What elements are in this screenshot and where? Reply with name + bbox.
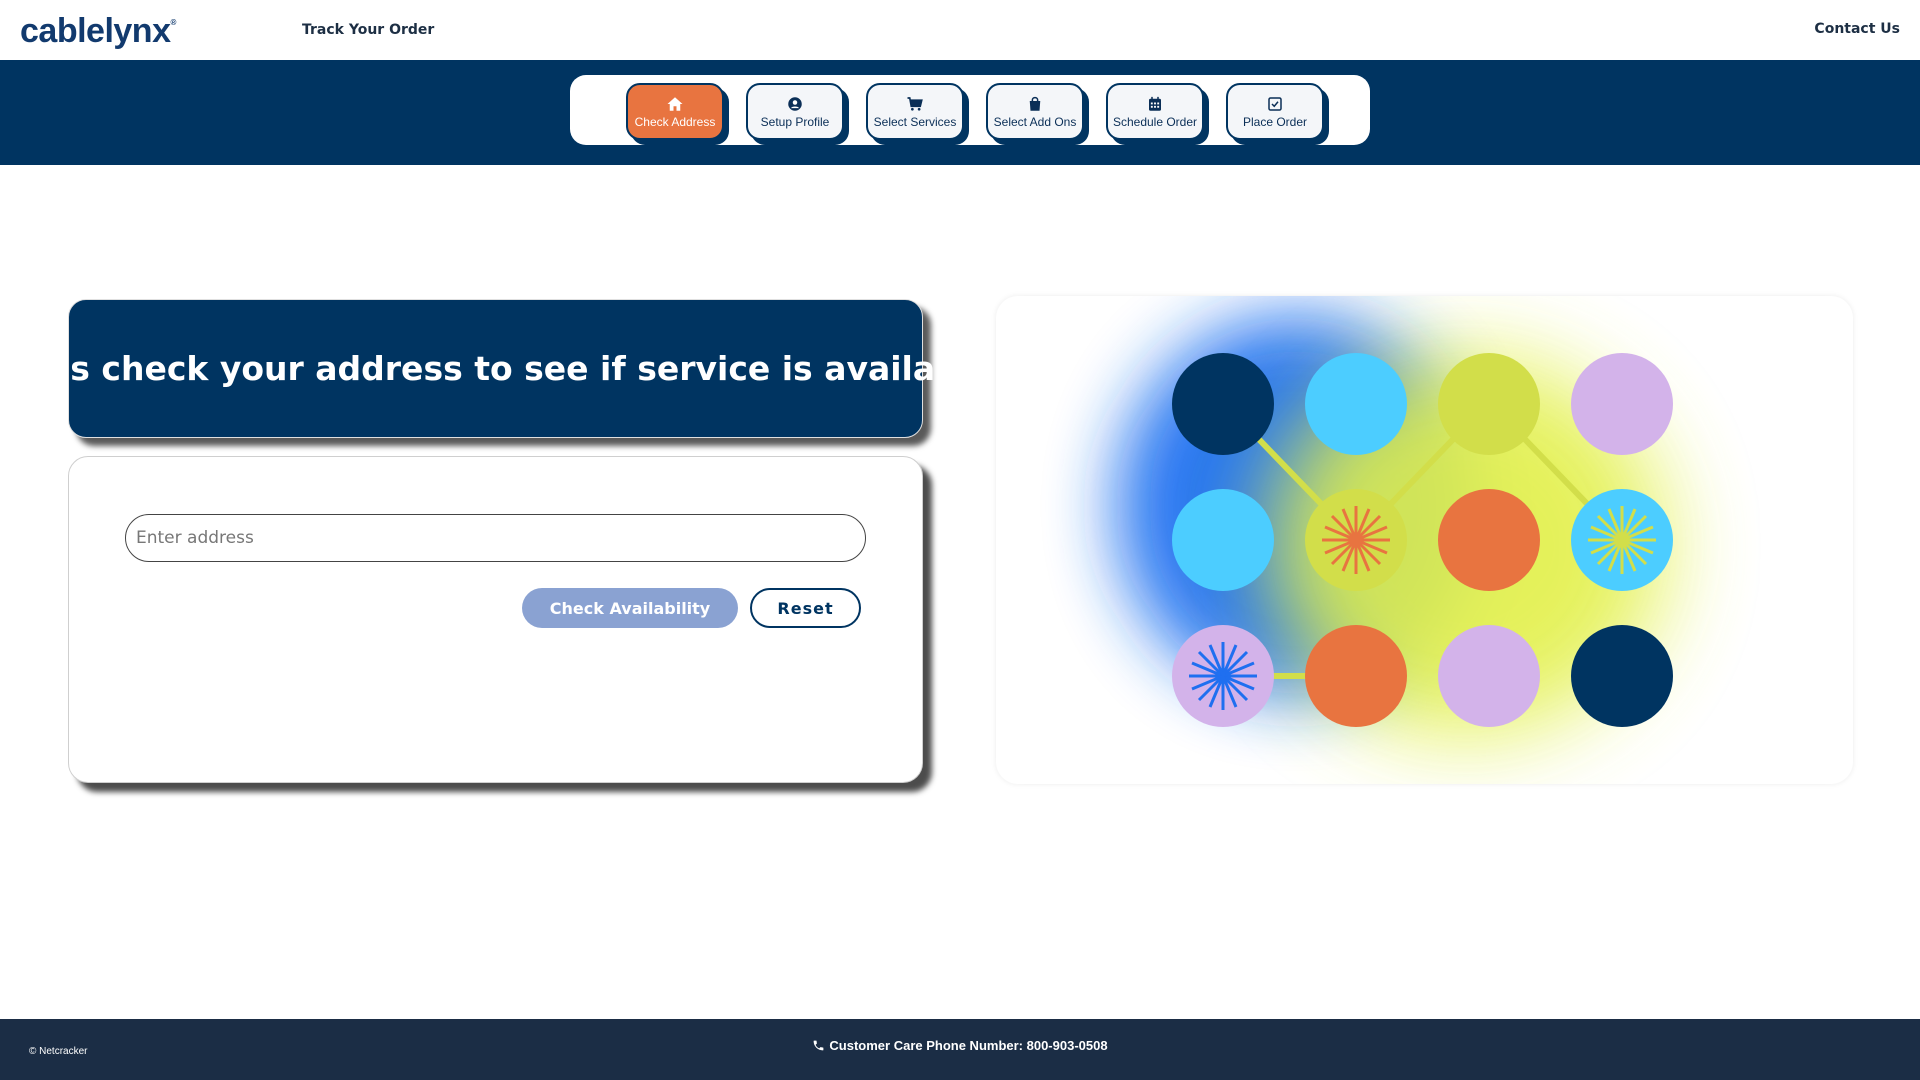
reset-button[interactable]: Reset <box>750 588 861 628</box>
page-title: Let’s check your address to see if servi… <box>0 349 993 388</box>
step-place-order[interactable]: Place Order <box>1226 83 1324 140</box>
step-label: Schedule Order <box>1112 114 1198 129</box>
step-label: Select Add Ons <box>993 114 1077 129</box>
home-icon <box>667 96 683 111</box>
brand-logo[interactable]: cablelynx® <box>20 12 176 51</box>
address-input[interactable] <box>125 514 866 562</box>
contact-us-link[interactable]: Contact Us <box>1814 21 1900 37</box>
network-dots-illustration <box>1116 316 1673 736</box>
step-label: Select Services <box>873 114 957 129</box>
track-order-link[interactable]: Track Your Order <box>302 22 434 38</box>
step-select-add-ons[interactable]: Select Add Ons <box>986 83 1084 140</box>
check-availability-button[interactable]: Check Availability <box>522 588 738 628</box>
phone-text: Customer Care Phone Number: 800-903-0508 <box>829 1038 1108 1053</box>
order-stepper: Check Address Setup Profile Select Servi… <box>570 75 1370 145</box>
user-circle-icon <box>788 96 802 111</box>
illustration-card <box>996 296 1853 784</box>
step-label: Setup Profile <box>760 114 830 129</box>
top-header: cablelynx® Track Your Order Contact Us <box>0 0 1920 60</box>
step-check-address[interactable]: Check Address <box>626 83 724 140</box>
step-select-services[interactable]: Select Services <box>866 83 964 140</box>
calendar-icon <box>1149 96 1161 111</box>
step-label: Check Address <box>634 114 716 129</box>
step-setup-profile[interactable]: Setup Profile <box>746 83 844 140</box>
bag-icon <box>1029 96 1041 111</box>
hero-banner: Let’s check your address to see if servi… <box>0 299 992 438</box>
customer-care-phone: Customer Care Phone Number: 800-903-0508 <box>0 1038 1920 1053</box>
check-square-icon <box>1268 96 1282 111</box>
phone-icon <box>814 1040 824 1051</box>
page-footer: © Netcracker Customer Care Phone Number:… <box>0 1019 1920 1080</box>
cart-icon <box>907 96 923 111</box>
step-label: Place Order <box>1242 114 1308 129</box>
address-form-card: Check Availability Reset <box>68 456 923 783</box>
step-schedule-order[interactable]: Schedule Order <box>1106 83 1204 140</box>
